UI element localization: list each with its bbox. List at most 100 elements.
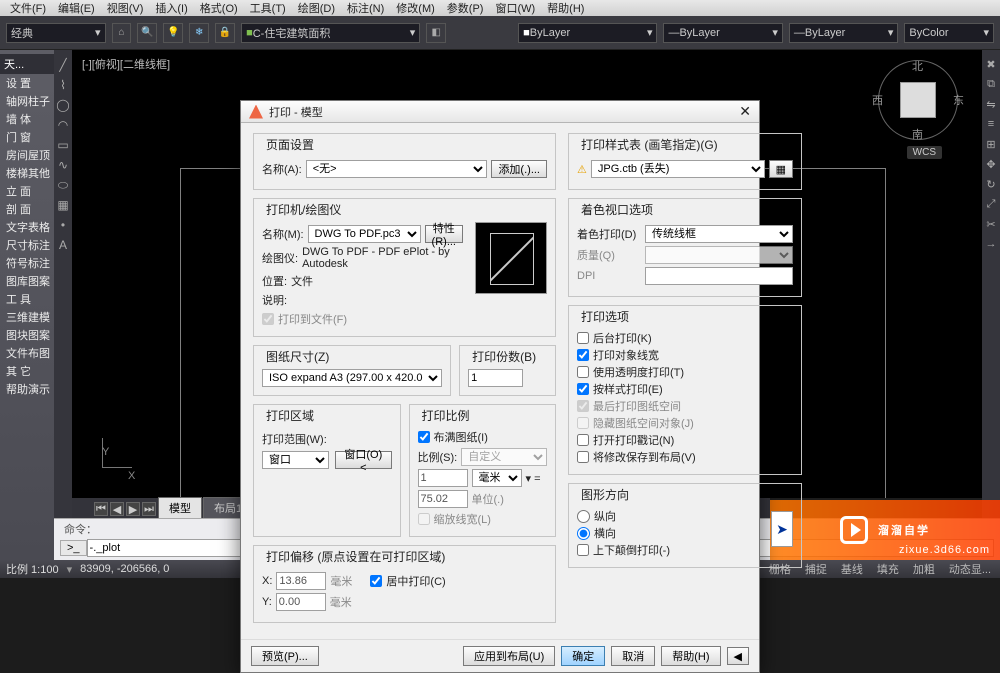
plot-option[interactable]: 将修改保存到布局(V) (577, 449, 793, 465)
center-check[interactable] (370, 575, 382, 587)
printer-props-button[interactable]: 特性(R)... (425, 225, 463, 243)
copy-icon[interactable]: ⧉ (984, 78, 998, 92)
left-panel-item[interactable]: 立 面 (4, 182, 56, 200)
menu-format[interactable]: 格式(O) (194, 0, 244, 16)
fit-check[interactable] (418, 431, 430, 443)
menu-tools[interactable]: 工具(T) (244, 0, 292, 16)
dialog-titlebar[interactable]: 打印 - 模型 ✕ (241, 101, 759, 123)
tab-first-icon[interactable]: ⏮ (94, 502, 108, 516)
color-combo[interactable]: ■ ByLayer▾ (518, 23, 657, 43)
menu-window[interactable]: 窗口(W) (489, 0, 541, 16)
left-panel-item[interactable]: 剖 面 (4, 200, 56, 218)
left-panel-item[interactable]: 文件布图 (4, 344, 56, 362)
plot-option[interactable]: 使用透明度打印(T) (577, 364, 793, 380)
plot-option-check[interactable] (577, 451, 589, 463)
hatch-icon[interactable]: ▦ (56, 198, 70, 212)
trim-icon[interactable]: ✂ (984, 218, 998, 232)
extend-icon[interactable]: → (984, 238, 998, 252)
arc-icon[interactable]: ◠ (56, 118, 70, 132)
plot-style-select[interactable]: JPG.ctb (丢失) (591, 160, 765, 178)
workspace-combo[interactable]: 经典▾ (6, 23, 106, 43)
shade-select[interactable]: 传统线框 (645, 225, 793, 243)
line-icon[interactable]: ╱ (56, 58, 70, 72)
spline-icon[interactable]: ∿ (56, 158, 70, 172)
point-icon[interactable]: • (56, 218, 70, 232)
left-panel-item[interactable]: 设 置 (4, 74, 56, 92)
plot-scope-select[interactable]: 窗口 (262, 451, 329, 469)
menu-modify[interactable]: 修改(M) (390, 0, 441, 16)
left-panel-item[interactable]: 符号标注 (4, 254, 56, 272)
plot-style-edit-button[interactable]: ▦ (769, 160, 793, 178)
paper-size-select[interactable]: ISO expand A3 (297.00 x 420.00 毫米) (262, 369, 442, 387)
preview-button[interactable]: 预览(P)... (251, 646, 319, 666)
menu-draw[interactable]: 绘图(D) (292, 0, 341, 16)
plot-option-check[interactable] (577, 383, 589, 395)
plotstyle-combo[interactable]: ByColor▾ (904, 23, 994, 43)
view-label[interactable]: [-][俯视][二维线框] (72, 50, 180, 78)
menu-file[interactable]: 文件(F) (4, 0, 52, 16)
left-panel-item[interactable]: 工 具 (4, 290, 56, 308)
plot-option-check[interactable] (577, 434, 589, 446)
left-panel-item[interactable]: 门 窗 (4, 128, 56, 146)
mirror-icon[interactable]: ⇋ (984, 98, 998, 112)
menu-param[interactable]: 参数(P) (441, 0, 490, 16)
lineweight-combo[interactable]: — ByLayer▾ (789, 23, 899, 43)
freeze-icon[interactable]: ❄ (189, 23, 209, 43)
wcs-badge[interactable]: WCS (907, 146, 942, 159)
orient-portrait-radio[interactable] (577, 510, 590, 523)
status-dyn[interactable]: 动态显... (946, 561, 994, 577)
search-icon[interactable]: 🔍 (137, 23, 157, 43)
status-fill[interactable]: 填充 (874, 561, 902, 577)
left-panel-item[interactable]: 三维建模 (4, 308, 56, 326)
polyline-icon[interactable]: ⌇ (56, 78, 70, 92)
ok-button[interactable]: 确定 (561, 646, 605, 666)
viewcube[interactable]: 北 南 东 西 (878, 60, 958, 140)
plot-option-check[interactable] (577, 332, 589, 344)
offset-icon[interactable]: ≡ (984, 118, 998, 132)
layer-combo[interactable]: ■ C-住宅建筑面积▾ (241, 23, 420, 43)
tab-next-icon[interactable]: ▶ (126, 502, 140, 516)
left-panel-item[interactable]: 墙 体 (4, 110, 56, 128)
status-snap[interactable]: 捕捉 (802, 561, 830, 577)
add-page-setup-button[interactable]: 添加(.)... (491, 160, 547, 178)
status-scale[interactable]: 比例 1:100 (6, 561, 59, 577)
printer-select[interactable]: DWG To PDF.pc3 (308, 225, 421, 243)
nav-icon[interactable]: ⌂ (112, 23, 132, 43)
tab-last-icon[interactable]: ⏭ (142, 502, 156, 516)
window-pick-button[interactable]: 窗口(O)< (335, 451, 391, 469)
left-panel-item[interactable]: 房间屋顶 (4, 146, 56, 164)
plot-option[interactable]: 后台打印(K) (577, 330, 793, 346)
text-icon[interactable]: A (56, 238, 70, 252)
rotate-icon[interactable]: ↻ (984, 178, 998, 192)
left-panel-item[interactable]: 其 它 (4, 362, 56, 380)
erase-icon[interactable]: ✖ (984, 58, 998, 72)
linetype-combo[interactable]: — ByLayer▾ (663, 23, 782, 43)
plot-option[interactable]: 打印对象线宽 (577, 347, 793, 363)
collapse-icon[interactable]: ◀ (727, 647, 749, 665)
plot-option[interactable]: 打开打印戳记(N) (577, 432, 793, 448)
help-button[interactable]: 帮助(H) (661, 646, 720, 666)
menu-view[interactable]: 视图(V) (101, 0, 150, 16)
menu-edit[interactable]: 编辑(E) (52, 0, 101, 16)
orient-landscape-radio[interactable] (577, 527, 590, 540)
ellipse-icon[interactable]: ⬭ (56, 178, 70, 192)
scale-icon[interactable]: ⤢ (984, 198, 998, 212)
status-base[interactable]: 基线 (838, 561, 866, 577)
page-setup-select[interactable]: <无> (306, 160, 488, 178)
plot-option[interactable]: 按样式打印(E) (577, 381, 793, 397)
move-icon[interactable]: ✥ (984, 158, 998, 172)
menu-insert[interactable]: 插入(I) (149, 0, 193, 16)
left-panel-item[interactable]: 图库图案 (4, 272, 56, 290)
copies-input[interactable] (468, 369, 523, 387)
menu-help[interactable]: 帮助(H) (541, 0, 590, 16)
plot-option-check[interactable] (577, 366, 589, 378)
status-bold[interactable]: 加粗 (910, 561, 938, 577)
layer-pick-icon[interactable]: ◧ (426, 23, 446, 43)
close-icon[interactable]: ✕ (739, 103, 751, 120)
left-panel-item[interactable]: 尺寸标注 (4, 236, 56, 254)
tab-prev-icon[interactable]: ◀ (110, 502, 124, 516)
array-icon[interactable]: ⊞ (984, 138, 998, 152)
tab-model[interactable]: 模型 (158, 497, 202, 518)
left-panel-item[interactable]: 图块图案 (4, 326, 56, 344)
circle-icon[interactable]: ◯ (56, 98, 70, 112)
